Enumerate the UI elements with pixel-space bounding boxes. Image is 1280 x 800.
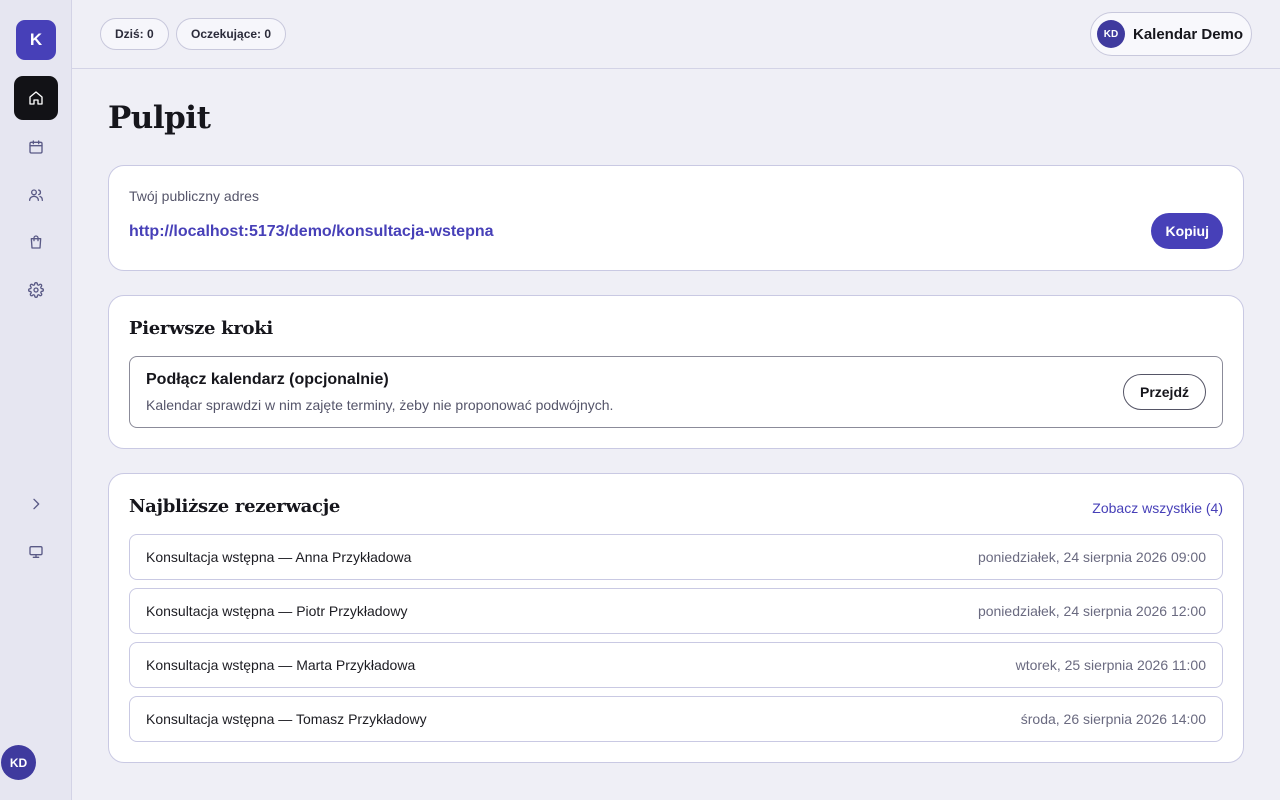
public-url-card: Twój publiczny adres http://localhost:51… <box>108 165 1244 271</box>
booking-row[interactable]: Konsultacja wstępna — Marta Przykładowa … <box>129 642 1223 688</box>
nav-calendar[interactable] <box>14 125 58 169</box>
connect-calendar-step: Podłącz kalendarz (opcjonalnie) Kalendar… <box>129 356 1223 428</box>
users-icon <box>29 189 43 201</box>
nav-home[interactable] <box>14 76 58 120</box>
booking-date: środa, 26 sierpnia 2026 14:00 <box>1020 711 1206 727</box>
booking-title: Konsultacja wstępna — Tomasz Przykładowy <box>146 711 427 727</box>
brand-logo[interactable]: K <box>16 20 56 60</box>
user-menu-button[interactable]: KD Kalendar Demo <box>1090 12 1252 56</box>
see-all-bookings-link[interactable]: Zobacz wszystkie (4) <box>1092 500 1223 516</box>
booking-date: poniedziałek, 24 sierpnia 2026 12:00 <box>977 603 1206 619</box>
booking-date: wtorek, 25 sierpnia 2026 11:00 <box>1015 657 1206 673</box>
booking-date: poniedziałek, 24 sierpnia 2026 09:00 <box>977 549 1206 565</box>
topbar: Dziś: 0 Oczekujące: 0 KD Kalendar Demo <box>72 0 1280 69</box>
first-steps-title: Pierwsze kroki <box>129 318 273 339</box>
nav-services[interactable] <box>14 220 58 264</box>
user-name: Kalendar Demo <box>1133 25 1244 43</box>
booking-title: Konsultacja wstępna — Anna Przykładowa <box>146 549 412 565</box>
booking-row[interactable]: Konsultacja wstępna — Tomasz Przykładowy… <box>129 696 1223 742</box>
sidebar-expand-button[interactable] <box>14 482 58 526</box>
step-description: Kalendar sprawdzi w nim zajęte terminy, … <box>146 397 614 413</box>
home-icon <box>29 91 43 105</box>
booking-row[interactable]: Konsultacja wstępna — Piotr Przykładowy … <box>129 588 1223 634</box>
monitor-icon <box>29 546 43 558</box>
booking-row[interactable]: Konsultacja wstępna — Anna Przykładowa p… <box>129 534 1223 580</box>
public-url-link[interactable]: http://localhost:5173/demo/konsultacja-w… <box>129 223 494 241</box>
pending-count-chip[interactable]: Oczekujące: 0 <box>176 18 287 50</box>
shopping-bag-icon <box>30 235 42 249</box>
step-title: Podłącz kalendarz (opcjonalnie) <box>146 371 389 388</box>
booking-title: Konsultacja wstępna — Marta Przykładowa <box>146 657 416 673</box>
page-title: Pulpit <box>108 100 211 136</box>
sidebar-user-avatar[interactable]: KD <box>1 745 36 780</box>
upcoming-bookings-title: Najbliższe rezerwacje <box>129 496 341 517</box>
avatar-initials: KD <box>1103 28 1119 40</box>
nav-settings[interactable] <box>14 268 58 312</box>
nav-clients[interactable] <box>14 173 58 217</box>
gear-icon <box>28 282 44 298</box>
avatar-initials: KD <box>9 755 28 770</box>
go-to-step-button[interactable]: Przejdź <box>1122 374 1206 410</box>
first-steps-card: Pierwsze kroki Podłącz kalendarz (opcjon… <box>108 295 1244 449</box>
display-mode-button[interactable] <box>14 530 58 574</box>
upcoming-bookings-card: Najbliższe rezerwacje Zobacz wszystkie (… <box>108 473 1244 763</box>
calendar-icon <box>29 140 43 154</box>
copy-url-button[interactable]: Kopiuj <box>1151 213 1223 249</box>
today-count-chip[interactable]: Dziś: 0 <box>100 18 169 50</box>
app-root: K KD Dziś: 0 Oczekujące: 0 KD Kalendar D… <box>0 0 1280 800</box>
chevron-right-icon <box>33 498 40 510</box>
booking-title: Konsultacja wstępna — Piotr Przykładowy <box>146 603 408 619</box>
brand-letter: K <box>29 30 43 49</box>
public-url-label: Twój publiczny adres <box>129 188 259 204</box>
sidebar: K KD <box>0 0 72 800</box>
avatar: KD <box>1097 20 1125 48</box>
